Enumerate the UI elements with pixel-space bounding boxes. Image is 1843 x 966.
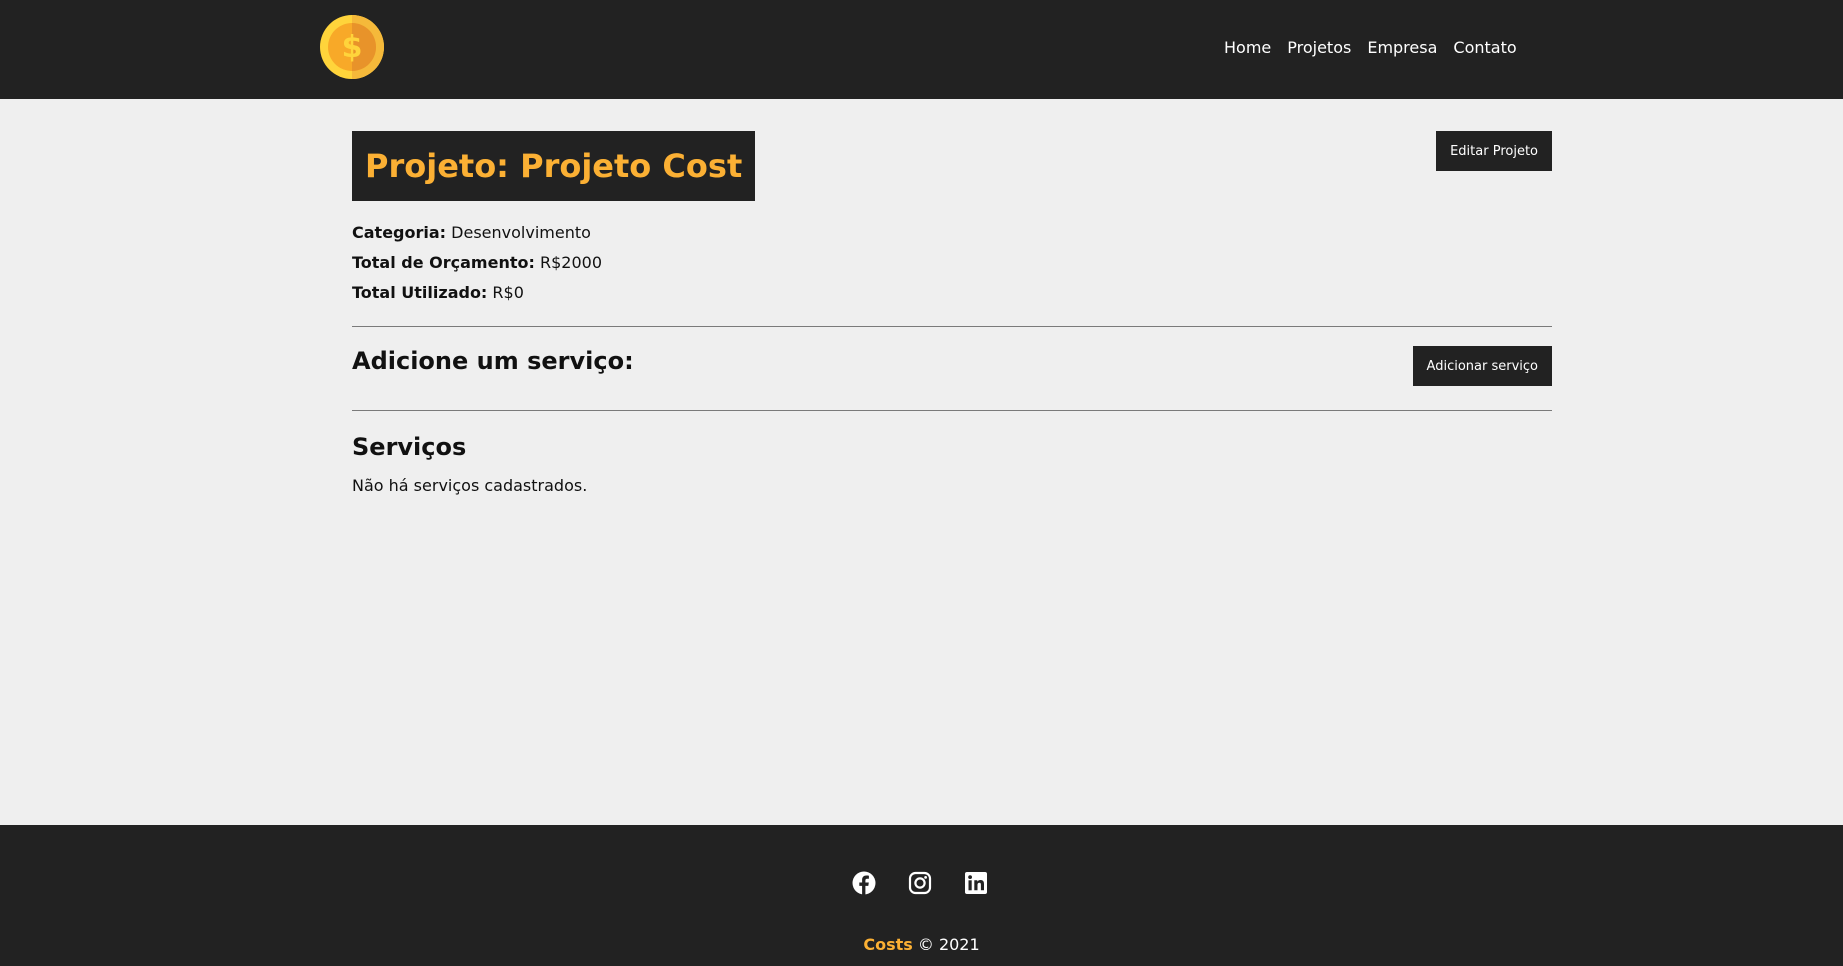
copyright: Costs © 2021 [0,935,1843,954]
services-empty-message: Não há serviços cadastrados. [352,476,588,495]
main-nav: Home Projetos Empresa Contato [1224,38,1517,57]
add-service-button[interactable]: Adicionar serviço [1412,346,1552,386]
add-service-title: Adicione um serviço: [352,347,634,375]
nav-projetos-link[interactable]: Projetos [1287,38,1351,57]
info-label: Total Utilizado: [352,283,488,302]
page-title: Projeto: Projeto Cost [365,147,743,185]
info-category: Categoria: Desenvolvimento [352,218,602,248]
info-value: R$2000 [539,253,602,272]
linkedin-icon[interactable] [964,871,988,895]
social-links [852,871,988,895]
services-title: Serviços [352,433,467,461]
divider [352,326,1552,327]
divider [352,410,1552,411]
nav-empresa-link[interactable]: Empresa [1367,38,1437,57]
copyright-text: © 2021 [917,935,980,954]
info-label: Total de Orçamento: [352,253,535,272]
footer: Costs © 2021 [0,825,1843,966]
info-value: Desenvolvimento [451,223,591,242]
coin-dollar-icon[interactable]: $ [319,14,385,80]
edit-project-button[interactable]: Editar Projeto [1436,131,1552,171]
facebook-icon[interactable] [852,871,876,895]
footer-brand: Costs [863,935,913,954]
instagram-icon[interactable] [908,871,932,895]
nav-contato-link[interactable]: Contato [1453,38,1516,57]
info-value: R$0 [492,283,524,302]
project-info: Categoria: Desenvolvimento Total de Orça… [352,218,602,308]
info-used: Total Utilizado: R$0 [352,278,602,308]
svg-text:$: $ [342,30,363,65]
navbar: $ Home Projetos Empresa Contato [0,0,1843,99]
nav-home-link[interactable]: Home [1224,38,1271,57]
info-label: Categoria: [352,223,447,242]
info-budget: Total de Orçamento: R$2000 [352,248,602,278]
project-title-box: Projeto: Projeto Cost [352,131,756,201]
